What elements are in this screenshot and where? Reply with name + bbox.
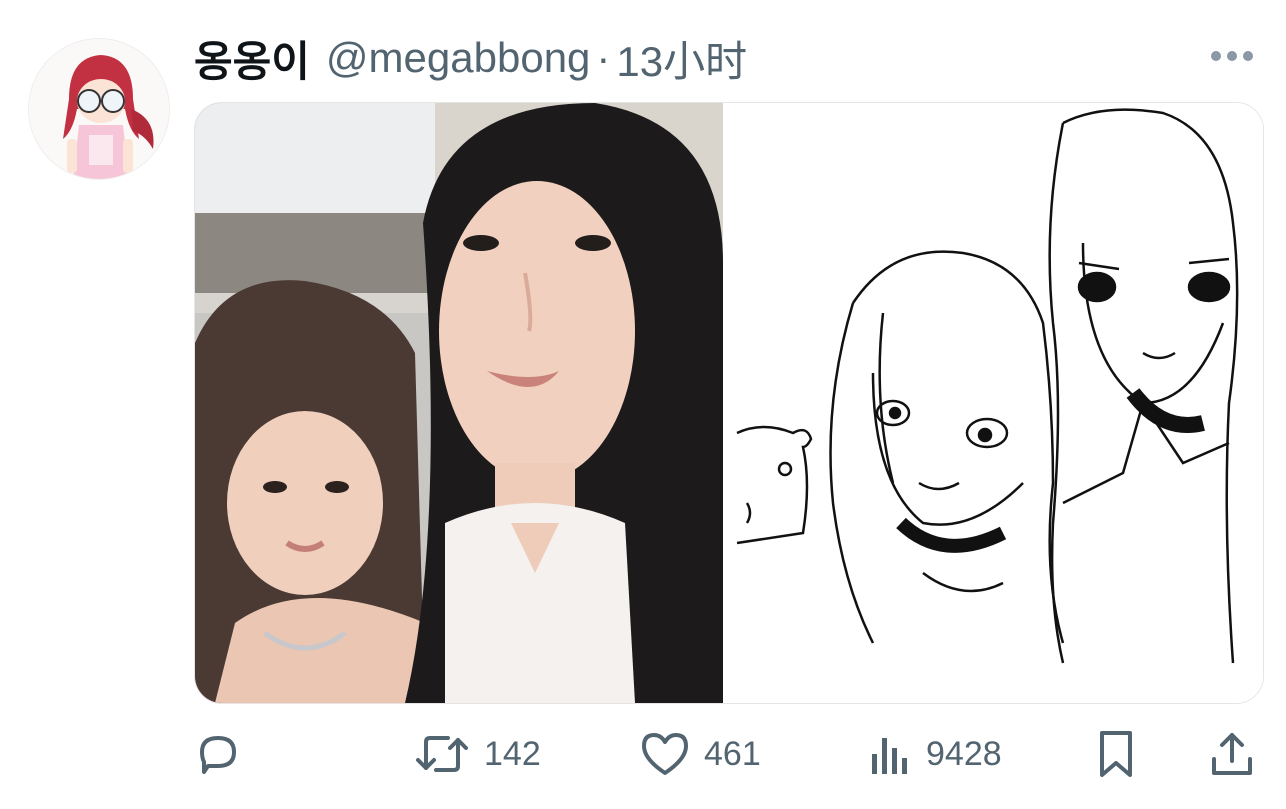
bookmark-icon: [1094, 729, 1138, 779]
drawing-illustration: [736, 108, 1239, 664]
retweet-icon: [414, 730, 470, 778]
share-icon: [1208, 729, 1256, 779]
bookmark-button[interactable]: [1094, 722, 1138, 786]
avatar-illustration: [29, 39, 169, 179]
more-options-button[interactable]: [1208, 36, 1256, 76]
more-icon: [1211, 51, 1253, 61]
views-button[interactable]: 9428: [868, 722, 1002, 786]
analytics-icon: [868, 730, 912, 778]
retweet-button[interactable]: 142: [414, 722, 541, 786]
avatar[interactable]: [28, 38, 170, 180]
media-drawing[interactable]: [723, 103, 1263, 703]
media-photo[interactable]: [195, 103, 723, 703]
view-count: 9428: [926, 734, 1002, 773]
tweet-media[interactable]: [194, 102, 1264, 704]
retweet-count: 142: [484, 734, 541, 773]
tweet-header: 옹옹이 @megabbong · 13小时: [194, 26, 747, 90]
heart-icon: [640, 731, 690, 777]
tweet-card[interactable]: 옹옹이 @megabbong · 13小时 142 461 9428: [0, 0, 1286, 809]
timestamp[interactable]: 13小时: [616, 28, 747, 89]
like-button[interactable]: 461: [640, 722, 761, 786]
tweet-actions: 142 461 9428: [0, 722, 1286, 786]
separator-dot: ·: [596, 34, 611, 81]
share-button[interactable]: [1208, 722, 1256, 786]
photo-illustration: [195, 103, 723, 703]
reply-button[interactable]: [194, 722, 242, 786]
display-name[interactable]: 옹옹이: [194, 28, 310, 89]
reply-icon: [194, 730, 242, 778]
like-count: 461: [704, 734, 761, 773]
user-handle[interactable]: @megabbong: [326, 34, 591, 82]
